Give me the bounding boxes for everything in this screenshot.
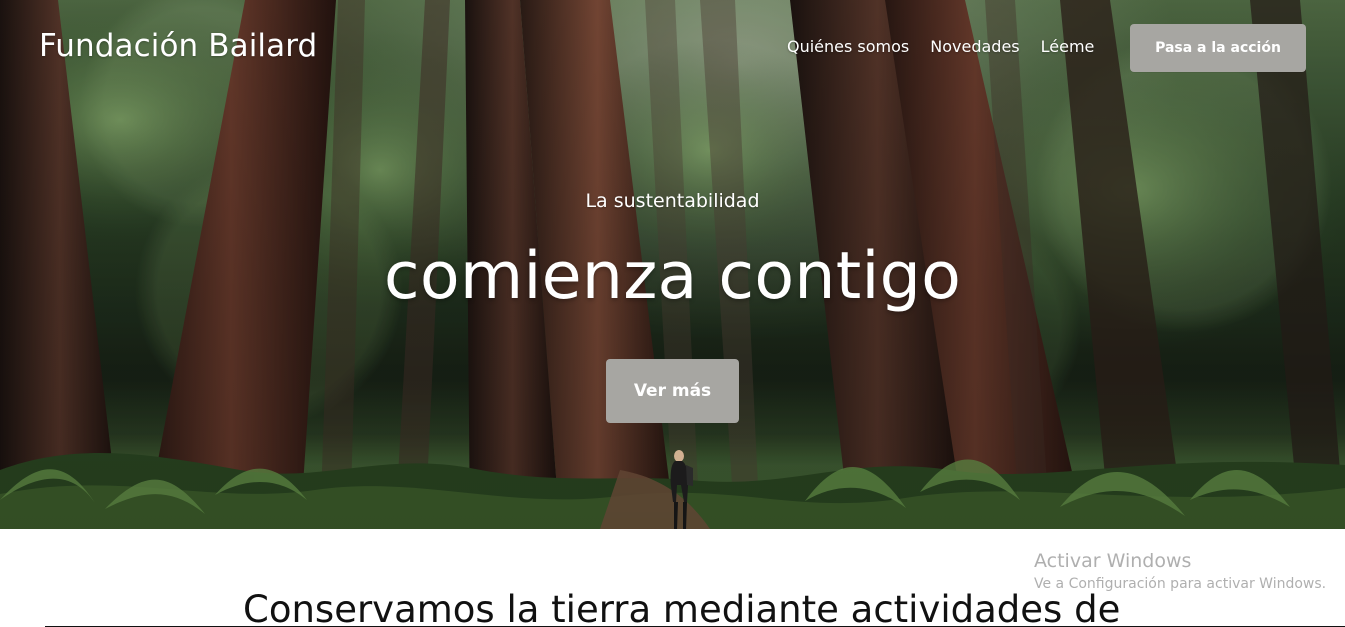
see-more-button[interactable]: Ver más — [606, 359, 739, 423]
nav-link-quienes-somos[interactable]: Quiénes somos — [787, 37, 909, 57]
nav-link-leeme[interactable]: Léeme — [1041, 37, 1095, 57]
hero-kicker: La sustentabilidad — [585, 190, 760, 212]
nav-link-novedades[interactable]: Novedades — [930, 37, 1019, 57]
hero-section: Fundación Bailard Quiénes somos Novedade… — [0, 0, 1345, 529]
page: Fundación Bailard Quiénes somos Novedade… — [0, 0, 1345, 627]
section-heading: Conservamos la tierra mediante actividad… — [243, 588, 1121, 627]
main-navigation: Quiénes somos Novedades Léeme — [787, 37, 1094, 57]
hiker-silhouette-icon — [670, 450, 693, 529]
hero-title: comienza contigo — [383, 239, 962, 314]
site-brand[interactable]: Fundación Bailard — [39, 28, 317, 64]
take-action-button[interactable]: Pasa a la acción — [1130, 24, 1306, 72]
